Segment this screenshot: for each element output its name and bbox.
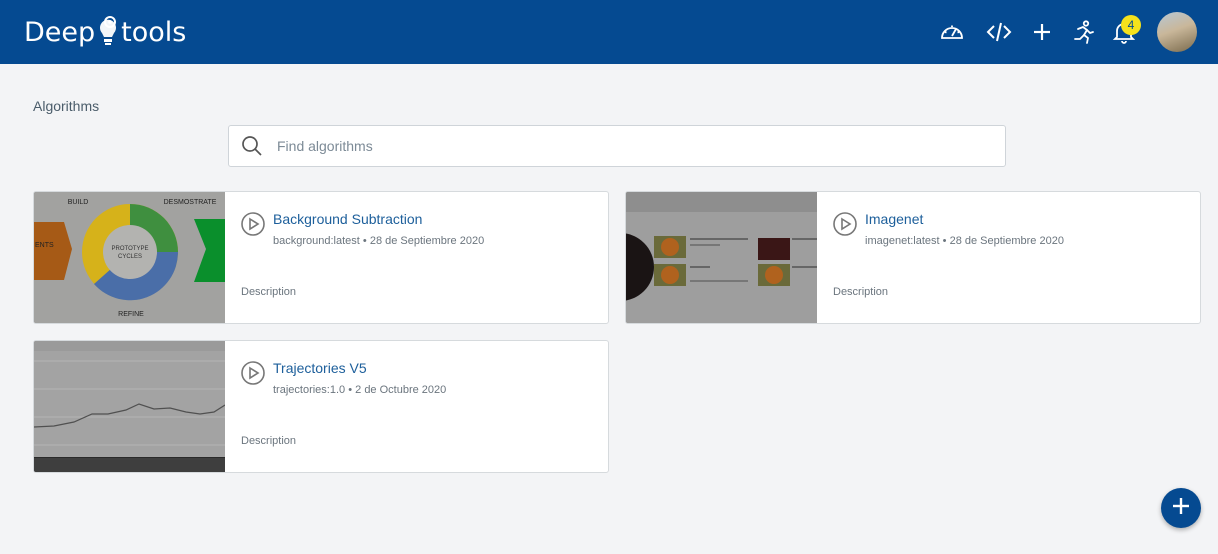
card-description: Description — [241, 435, 297, 447]
card-thumbnail: PROTOTYPE CYCLES BUILD DESMOSTRATE REFIN… — [34, 192, 225, 323]
algorithm-card[interactable]: PROTOTYPE CYCLES BUILD DESMOSTRATE REFIN… — [33, 191, 609, 324]
add-algorithm-button[interactable] — [1161, 488, 1201, 528]
running-icon[interactable] — [1070, 19, 1096, 45]
logo-text-right: tools — [121, 16, 187, 48]
card-thumbnail — [34, 341, 225, 472]
dashboard-icon[interactable] — [939, 19, 965, 45]
thumb-label: ENTS — [35, 242, 54, 249]
top-navbar: Deep tools 4 — [0, 0, 1218, 64]
card-image-tag: imagenet:latest — [865, 235, 940, 247]
thumb-label: PROTOTYPE — [112, 246, 149, 252]
card-meta: imagenet:latest • 28 de Septiembre 2020 — [865, 235, 1064, 247]
thumb-label: DESMOSTRATE — [164, 199, 217, 206]
algorithm-card[interactable]: Trajectories V5 trajectories:1.0 • 2 de … — [33, 340, 609, 473]
card-thumbnail — [626, 192, 817, 323]
algorithm-card[interactable]: Imagenet imagenet:latest • 28 de Septiem… — [625, 191, 1201, 324]
notification-badge: 4 — [1121, 15, 1141, 35]
card-image-tag: background:latest — [273, 235, 360, 247]
card-description: Description — [241, 286, 297, 298]
card-title[interactable]: Background Subtraction — [273, 211, 422, 227]
card-date: 28 de Septiembre 2020 — [369, 235, 485, 247]
plus-icon[interactable] — [1029, 19, 1055, 45]
play-icon[interactable] — [240, 211, 266, 237]
card-title[interactable]: Trajectories V5 — [273, 360, 367, 376]
card-date: 28 de Septiembre 2020 — [949, 235, 1064, 247]
thumb-label: REFINE — [118, 311, 144, 318]
plus-icon — [1171, 496, 1191, 521]
thumb-label: BUILD — [68, 199, 89, 206]
deeptools-logo[interactable]: Deep tools — [24, 12, 186, 52]
breadcrumb[interactable]: Algorithms — [33, 98, 99, 114]
play-icon[interactable] — [240, 360, 266, 386]
code-icon[interactable] — [986, 19, 1012, 45]
logo-text-left: Deep — [24, 16, 96, 48]
card-title[interactable]: Imagenet — [865, 211, 923, 227]
lightbulb-gear-icon — [96, 14, 120, 50]
meta-separator: • — [942, 235, 950, 247]
card-meta: trajectories:1.0 • 2 de Octubre 2020 — [273, 384, 446, 396]
thumb-label: CYCLES — [118, 254, 142, 260]
search-icon — [241, 135, 263, 157]
search-box — [228, 125, 1006, 167]
card-meta: background:latest • 28 de Septiembre 202… — [273, 235, 484, 247]
card-description: Description — [833, 286, 889, 298]
user-avatar[interactable] — [1157, 12, 1197, 52]
meta-separator: • — [362, 235, 370, 247]
play-icon[interactable] — [832, 211, 858, 237]
card-date: 2 de Octubre 2020 — [355, 384, 447, 396]
search-input[interactable] — [277, 126, 987, 166]
card-image-tag: trajectories:1.0 — [273, 384, 346, 396]
